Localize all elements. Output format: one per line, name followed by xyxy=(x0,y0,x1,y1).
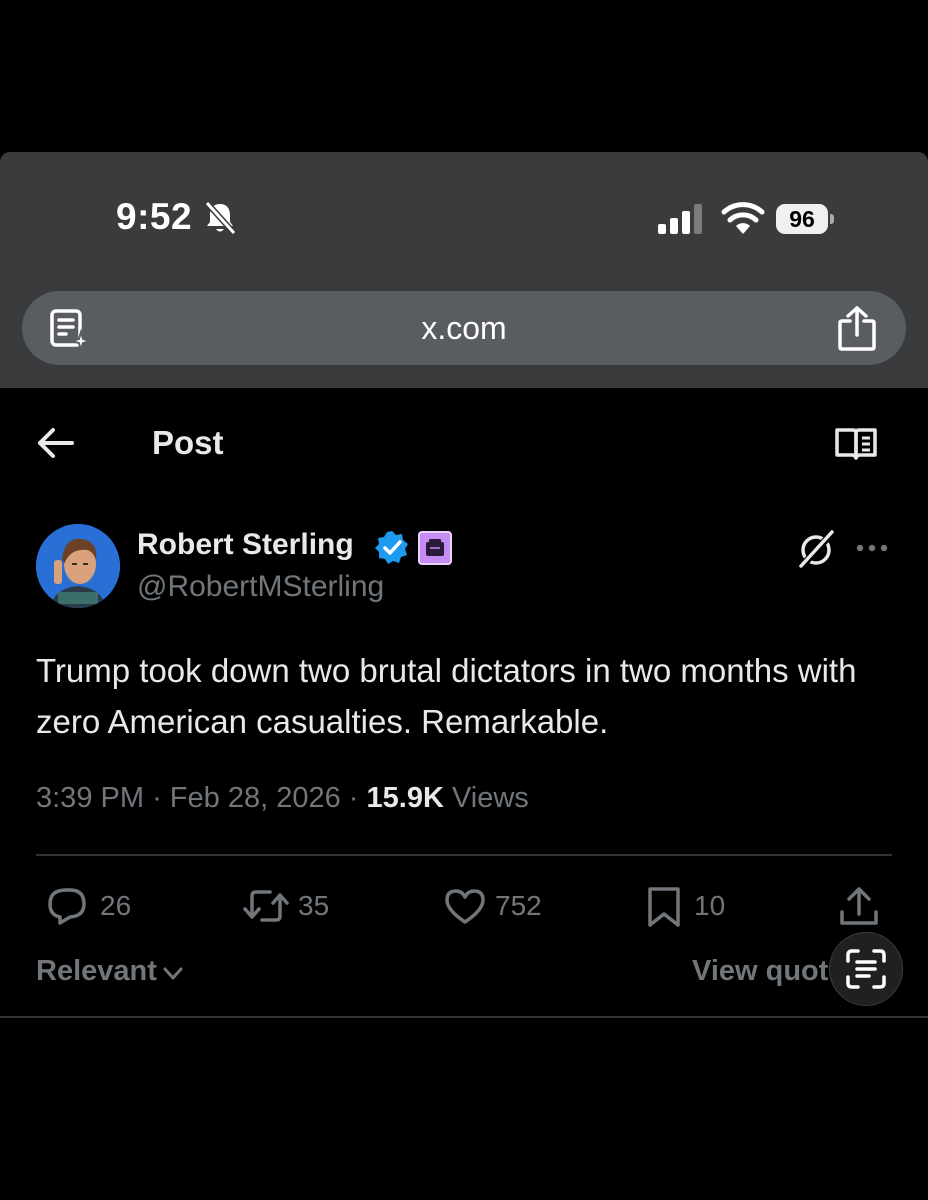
author-handle[interactable]: @RobertMSterling xyxy=(137,570,384,604)
status-time: 9:52 xyxy=(116,196,193,237)
divider xyxy=(0,1016,928,1018)
post-header: Post xyxy=(0,388,928,498)
avatar-illustration xyxy=(36,524,120,608)
meta-separator: · xyxy=(348,782,359,814)
page-title: Post xyxy=(152,424,224,461)
post-time[interactable]: 3:39 PM xyxy=(36,782,144,814)
affiliation-badge-icon[interactable] xyxy=(418,531,452,565)
heart-icon xyxy=(445,889,485,924)
reply-count: 26 xyxy=(100,890,132,921)
views-label[interactable]: Views xyxy=(452,782,529,814)
bell-slash-icon xyxy=(204,200,237,236)
more-options-icon[interactable] xyxy=(852,536,892,560)
author-avatar[interactable] xyxy=(36,524,120,608)
repost-icon xyxy=(243,890,289,922)
bookmark-icon xyxy=(648,887,680,927)
divider xyxy=(36,854,892,856)
view-quotes-link[interactable]: View quotes xyxy=(692,955,832,988)
verified-badge-icon[interactable] xyxy=(373,529,411,567)
author-name[interactable]: Robert Sterling xyxy=(137,528,354,562)
repost-count: 35 xyxy=(298,890,330,921)
reader-mode-icon[interactable] xyxy=(834,426,878,462)
back-arrow-icon[interactable] xyxy=(36,426,76,460)
meta-separator: · xyxy=(152,782,162,814)
like-count: 752 xyxy=(495,890,542,921)
share-icon[interactable] xyxy=(836,305,878,351)
battery-nub xyxy=(830,214,834,224)
post-metadata: 3:39 PM · Feb 28, 2026 · 15.9K Views xyxy=(36,782,529,815)
live-text-scan-icon xyxy=(846,949,886,989)
share-upload-icon xyxy=(840,887,878,925)
live-text-button[interactable] xyxy=(829,932,903,1006)
views-count[interactable]: 15.9K xyxy=(367,782,444,814)
cellular-signal-icon xyxy=(658,204,702,234)
battery-level: 96 xyxy=(776,204,828,234)
chevron-down-icon[interactable] xyxy=(162,966,184,982)
url-text[interactable]: x.com xyxy=(22,310,906,347)
reply-icon xyxy=(48,888,86,925)
post-text: Trump took down two brutal dictators in … xyxy=(36,652,857,740)
wifi-icon xyxy=(721,202,765,234)
grok-icon[interactable] xyxy=(796,529,836,569)
top-black-band xyxy=(0,0,928,152)
sort-replies-dropdown[interactable]: Relevant xyxy=(36,955,157,988)
bookmark-count: 10 xyxy=(694,890,726,921)
url-bar[interactable]: x.com xyxy=(22,291,906,365)
post-date[interactable]: Feb 28, 2026 xyxy=(170,782,341,814)
battery-icon: 96 xyxy=(776,204,834,234)
